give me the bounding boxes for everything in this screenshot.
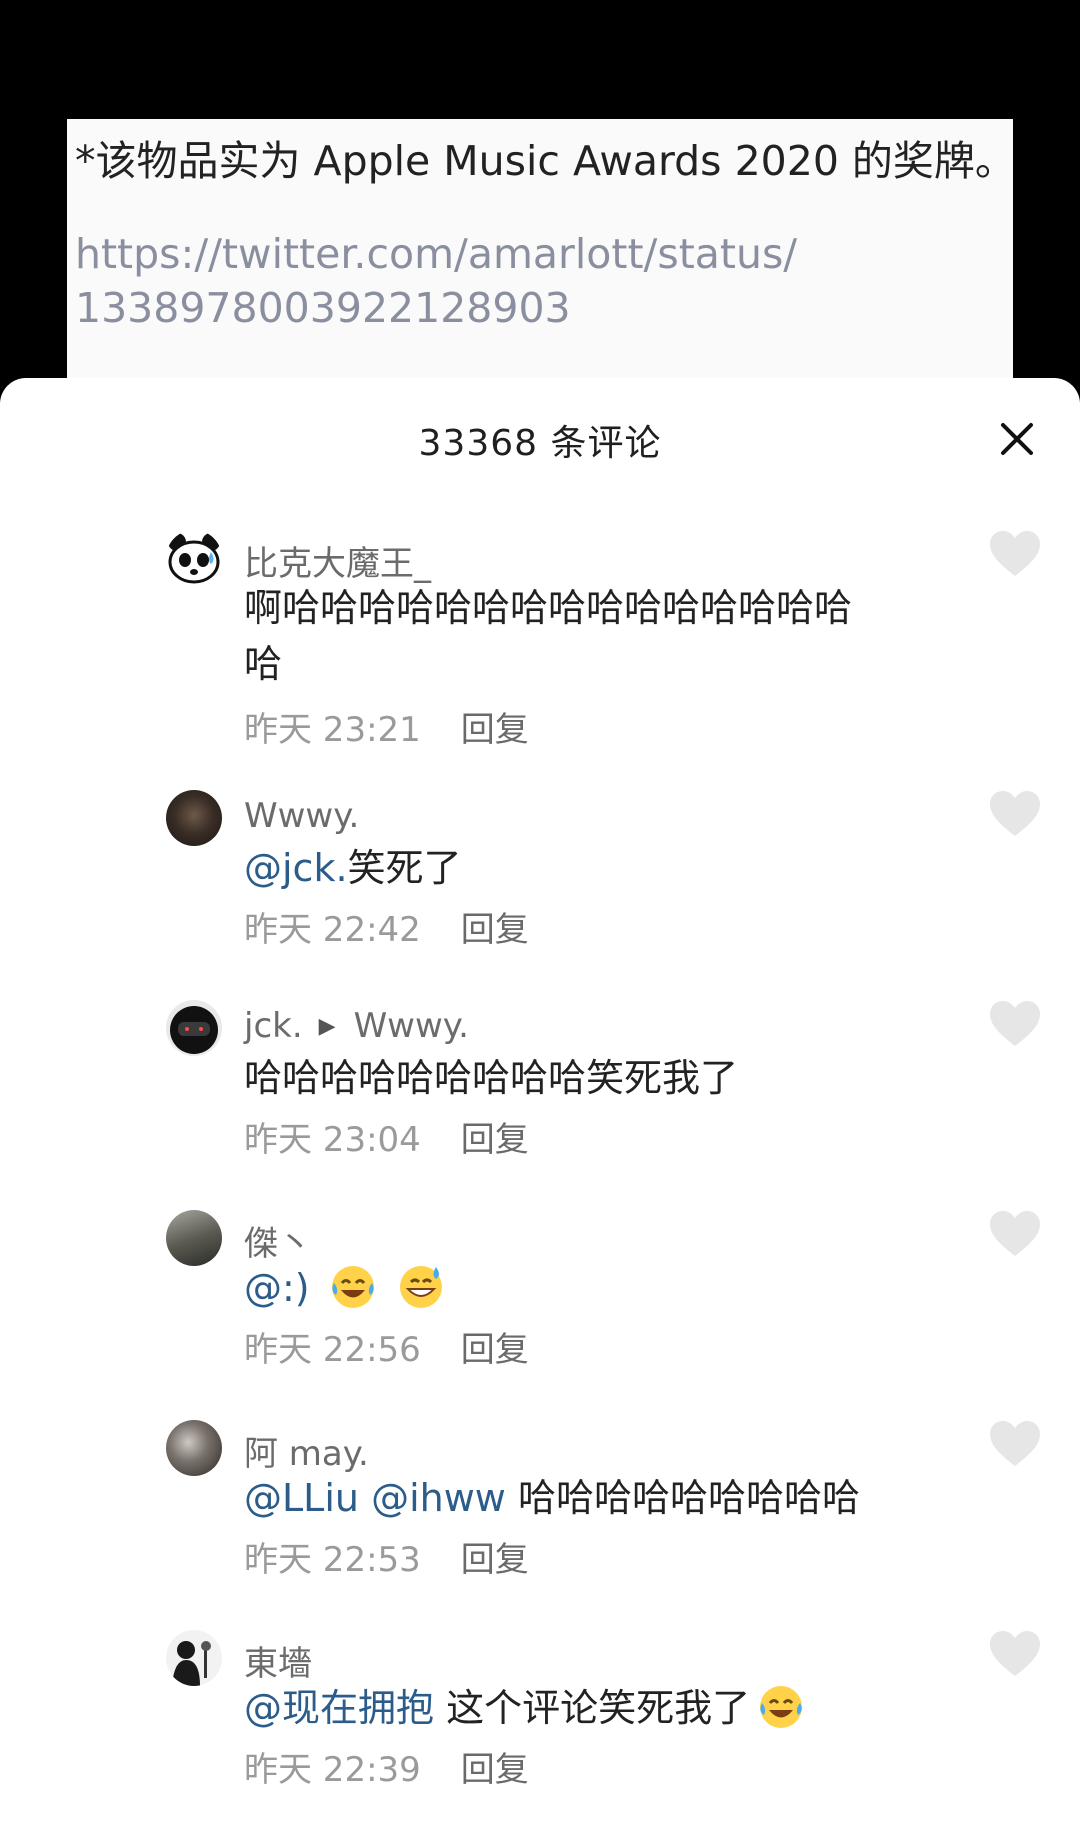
- comment-time: 昨天 23:21: [244, 710, 421, 750]
- reply-button[interactable]: 回复: [461, 1120, 529, 1160]
- comment-item: jck. ▶ Wwwy. 哈哈哈哈哈哈哈哈哈笑死我了 昨天 23:04 回复: [0, 1000, 1080, 1170]
- comment-count-title: 33368 条评论: [418, 423, 662, 464]
- like-button[interactable]: [988, 1000, 1042, 1050]
- reply-button[interactable]: 回复: [461, 710, 529, 750]
- helmet-avatar[interactable]: [166, 1000, 222, 1056]
- heart-icon: [990, 1211, 1040, 1256]
- heart-icon: [990, 1421, 1040, 1466]
- comment-text: @jck.笑死了: [244, 840, 944, 896]
- mention-link[interactable]: @LLiu @ihww: [244, 1476, 506, 1520]
- comment-time: 昨天 22:39: [244, 1750, 421, 1790]
- heart-icon: [990, 1631, 1040, 1676]
- like-button[interactable]: [988, 1210, 1042, 1260]
- comment-meta: 昨天 23:21 回复: [244, 702, 529, 751]
- comment-time: 昨天 22:42: [244, 910, 421, 950]
- post-link-line1: https://twitter.com/amarlott/status/: [75, 230, 798, 278]
- sheet-header: 33368 条评论: [0, 378, 1080, 494]
- reply-button[interactable]: 回复: [461, 1330, 529, 1370]
- comment-text-body: 这个评论笑死我了: [446, 1686, 751, 1730]
- close-icon: [1001, 423, 1033, 455]
- mention-link[interactable]: @:): [244, 1266, 310, 1310]
- comment-time: 昨天 22:56: [244, 1330, 421, 1370]
- commenter-name[interactable]: jck.: [244, 1006, 303, 1046]
- like-button[interactable]: [988, 1630, 1042, 1680]
- comment-text: @现在拥抱 这个评论笑死我了: [244, 1680, 944, 1736]
- comment-item: Wwwy. @jck.笑死了 昨天 22:42 回复: [0, 790, 1080, 960]
- comment-text: 哈哈哈哈哈哈哈哈哈笑死我了: [244, 1056, 739, 1100]
- comment-item: 傑丶 @:) 昨天 22:56 回复: [0, 1210, 1080, 1380]
- comment-time: 昨天 23:04: [244, 1120, 421, 1160]
- grin-sweat-emoji: [399, 1266, 442, 1308]
- comment-text-body: 哈哈哈哈哈哈哈哈哈: [517, 1476, 860, 1520]
- comments-sheet: 33368 条评论 比克大魔王_ 啊哈哈哈哈哈哈哈哈哈哈哈哈哈哈哈 哈 昨天 2…: [0, 378, 1080, 1844]
- post-link[interactable]: https://twitter.com/amarlott/status/ 133…: [75, 227, 1003, 335]
- reply-button[interactable]: 回复: [461, 910, 529, 950]
- commenter-name[interactable]: 比克大魔王_: [244, 536, 431, 585]
- background-post: *该物品实为 Apple Music Awards 2020 的奖牌。 http…: [0, 0, 1080, 419]
- comment-time: 昨天 22:53: [244, 1540, 421, 1580]
- like-button[interactable]: [988, 530, 1042, 580]
- panda-avatar[interactable]: [166, 530, 222, 586]
- reply-arrow-icon: ▶: [318, 1014, 336, 1039]
- silhouette-avatar[interactable]: [166, 1630, 222, 1686]
- reply-button[interactable]: 回复: [461, 1750, 529, 1790]
- heart-icon: [990, 791, 1040, 836]
- commenter-name-row: jck. ▶ Wwwy.: [244, 1006, 469, 1046]
- post-link-line2: 1338978003922128903: [75, 284, 571, 332]
- commenter-name[interactable]: 阿 may.: [244, 1426, 369, 1475]
- comment-item: 東墻 @现在拥抱 这个评论笑死我了 昨天 22:39 回复: [0, 1630, 1080, 1800]
- commenter-name[interactable]: 傑丶: [244, 1216, 312, 1265]
- mention-link[interactable]: @jck.: [244, 846, 348, 890]
- portrait-avatar[interactable]: [166, 1420, 222, 1476]
- comment-text: @LLiu @ihww 哈哈哈哈哈哈哈哈哈: [244, 1470, 1004, 1526]
- laughing-tears-emoji: [760, 1686, 803, 1728]
- comment-text-line1: 啊哈哈哈哈哈哈哈哈哈哈哈哈哈哈哈: [244, 586, 853, 630]
- dark-photo-avatar[interactable]: [166, 790, 222, 846]
- commenter-name[interactable]: Wwwy.: [244, 796, 359, 836]
- laughing-tears-emoji: [331, 1266, 374, 1308]
- heart-icon: [990, 1001, 1040, 1046]
- commenter-name[interactable]: 東墻: [244, 1636, 312, 1685]
- comment-meta: 昨天 22:39 回复: [244, 1742, 529, 1791]
- close-button[interactable]: [992, 414, 1042, 464]
- reply-to-name[interactable]: Wwwy.: [354, 1006, 469, 1046]
- comment-text-body: 笑死了: [347, 846, 462, 890]
- comment-meta: 昨天 22:42 回复: [244, 902, 529, 951]
- comment-meta: 昨天 22:56 回复: [244, 1322, 529, 1371]
- like-button[interactable]: [988, 790, 1042, 840]
- street-photo-avatar[interactable]: [166, 1210, 222, 1266]
- comment-text: 啊哈哈哈哈哈哈哈哈哈哈哈哈哈哈哈 哈: [244, 580, 944, 692]
- reply-button[interactable]: 回复: [461, 1540, 529, 1580]
- comment-text-line2: 哈: [244, 642, 283, 686]
- comment-meta: 昨天 23:04 回复: [244, 1112, 529, 1161]
- comment-meta: 昨天 22:53 回复: [244, 1532, 529, 1581]
- heart-icon: [990, 531, 1040, 576]
- comment-text: @:): [244, 1260, 944, 1316]
- comment-item: 比克大魔王_ 啊哈哈哈哈哈哈哈哈哈哈哈哈哈哈哈 哈 昨天 23:21 回复: [0, 530, 1080, 750]
- post-screenshot: *该物品实为 Apple Music Awards 2020 的奖牌。 http…: [67, 119, 1013, 419]
- post-note: *该物品实为 Apple Music Awards 2020 的奖牌。: [75, 137, 1013, 185]
- mention-link[interactable]: @现在拥抱: [244, 1686, 434, 1730]
- like-button[interactable]: [988, 1420, 1042, 1470]
- comment-item: 阿 may. @LLiu @ihww 哈哈哈哈哈哈哈哈哈 昨天 22:53 回复: [0, 1420, 1080, 1590]
